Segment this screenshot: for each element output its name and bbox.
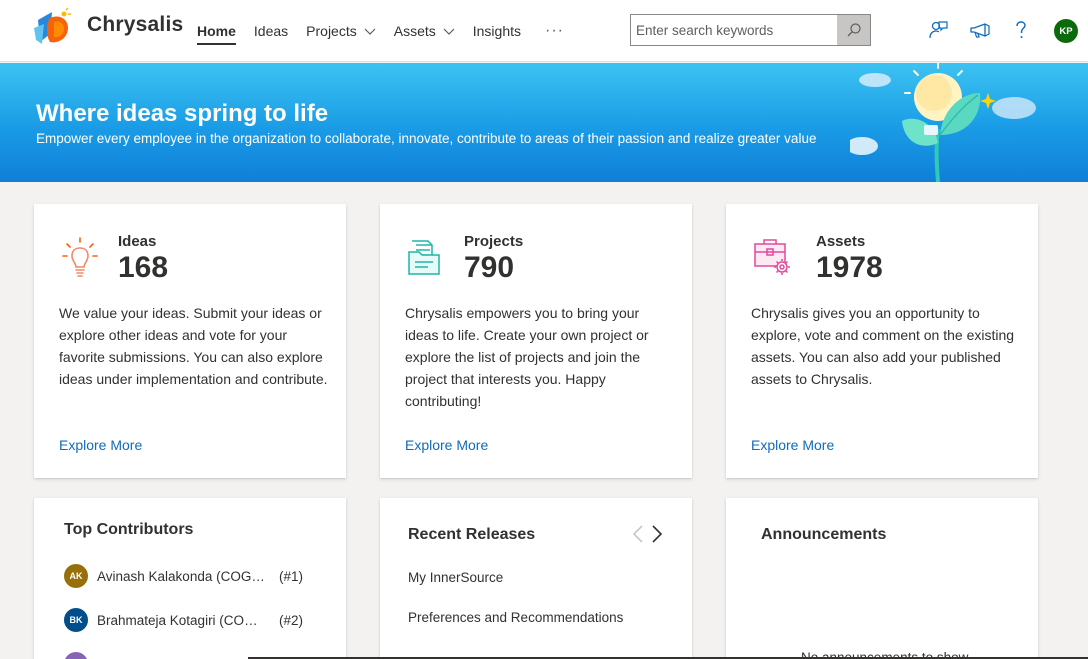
nav-assets[interactable]: Assets <box>394 0 455 62</box>
search-box <box>630 14 871 46</box>
contributor-row[interactable]: AK Avinash Kalakonda (COGNIZANT TECHNOLO… <box>64 564 314 588</box>
announcements-card: Announcements No announcements to show <box>726 498 1038 659</box>
top-contributors-card: Top Contributors AK Avinash Kalakonda (C… <box>34 498 346 659</box>
nav-more-button[interactable]: ··· <box>545 0 564 62</box>
nav-projects[interactable]: Projects <box>306 0 376 62</box>
brand-name[interactable]: Chrysalis <box>87 13 183 37</box>
release-item[interactable]: My InnerSource <box>408 570 503 585</box>
contributor-rank: (#1) <box>279 568 304 584</box>
search-button[interactable] <box>837 15 870 45</box>
projects-card: Projects 790 Chrysalis empowers you to b… <box>380 204 692 478</box>
projects-count: 790 <box>464 251 515 284</box>
projects-explore-link[interactable]: Explore More <box>405 437 488 453</box>
avatar <box>64 652 88 659</box>
projects-description: Chrysalis empowers you to bring your ide… <box>405 305 649 409</box>
nav-home[interactable]: Home <box>197 0 236 62</box>
recent-releases-title: Recent Releases <box>408 526 536 543</box>
search-input[interactable] <box>631 15 837 45</box>
nav-projects-label: Projects <box>306 23 357 39</box>
chat-person-icon[interactable] <box>926 18 950 42</box>
nav-home-label: Home <box>197 23 236 39</box>
chevron-down-icon <box>443 28 455 35</box>
briefcase-gear-icon <box>754 239 790 275</box>
announcements-title: Announcements <box>761 526 887 543</box>
help-icon[interactable] <box>1009 18 1033 42</box>
avatar: BK <box>64 608 88 632</box>
contributor-rank: (#2) <box>279 612 304 628</box>
recent-releases-card: Recent Releases My InnerSource Preferenc… <box>380 498 692 659</box>
chevron-left-icon[interactable] <box>631 524 645 544</box>
avatar: AK <box>64 564 88 588</box>
assets-description: Chrysalis gives you an opportunity to ex… <box>751 305 1015 387</box>
assets-card: Assets 1978 Chrysalis gives you an oppor… <box>726 204 1038 478</box>
hero-subtitle: Empower every employee in the organizati… <box>36 131 817 146</box>
hero-title: Where ideas spring to life <box>36 100 329 127</box>
ideas-count: 168 <box>118 251 169 284</box>
nav-ideas-label: Ideas <box>253 23 289 39</box>
lightbulb-icon <box>62 237 98 277</box>
user-avatar[interactable]: KP <box>1054 19 1078 43</box>
top-bar: Chrysalis Home Ideas Projects Assets Ins… <box>0 0 1088 62</box>
bulb-plant-illustration <box>850 63 1036 182</box>
chrysalis-logo-icon[interactable] <box>28 6 76 54</box>
main-nav: Home Ideas Projects Assets Insights ··· <box>197 0 582 62</box>
chevron-right-icon[interactable] <box>650 524 664 544</box>
nav-ideas[interactable]: Ideas <box>254 0 288 62</box>
nav-insights-label: Insights <box>472 23 521 39</box>
release-item[interactable]: Preferences and Recommendations <box>408 610 623 625</box>
megaphone-icon[interactable] <box>968 18 992 42</box>
ideas-explore-link[interactable]: Explore More <box>59 437 142 453</box>
ideas-card: Ideas 168 We value your ideas. Submit yo… <box>34 204 346 478</box>
nav-assets-label: Assets <box>393 23 436 39</box>
chevron-down-icon <box>364 28 376 35</box>
projects-label: Projects <box>464 233 524 250</box>
ideas-description: We value your ideas. Submit your ideas o… <box>59 305 328 387</box>
folder-documents-icon <box>408 240 440 275</box>
contributor-name: Brahmateja Kotagiri (COGNIZANT TECHNOLOG… <box>97 612 267 628</box>
assets-count: 1978 <box>816 251 883 284</box>
top-contributors-title: Top Contributors <box>64 521 194 538</box>
nav-insights[interactable]: Insights <box>473 0 521 62</box>
search-icon <box>847 23 861 37</box>
hero-banner: Where ideas spring to life Empower every… <box>0 63 1088 182</box>
contributor-row[interactable]: BK Brahmateja Kotagiri (COGNIZANT TECHNO… <box>64 608 314 632</box>
assets-explore-link[interactable]: Explore More <box>751 437 834 453</box>
ideas-label: Ideas <box>118 233 157 250</box>
contributor-name: Avinash Kalakonda (COGNIZANT TECHNOLOGY … <box>97 568 267 584</box>
assets-label: Assets <box>816 233 866 250</box>
